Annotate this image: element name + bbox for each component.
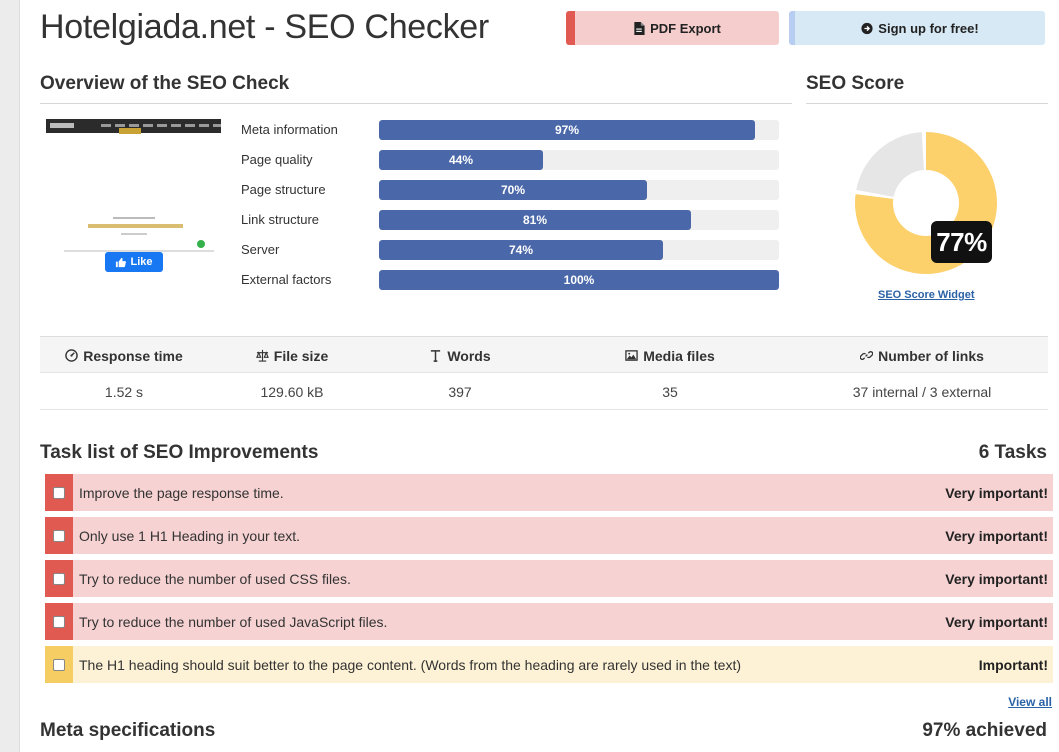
stat-value-file-size: 129.60 kB: [260, 383, 324, 400]
overview-title: Overview of the SEO Check: [40, 73, 290, 94]
view-all-link[interactable]: View all: [1008, 695, 1052, 709]
task-item[interactable]: The H1 heading should suit better to the…: [45, 646, 1053, 683]
metric-bar-value: 81%: [522, 213, 548, 227]
task-item[interactable]: Only use 1 H1 Heading in your text. Very …: [45, 517, 1053, 554]
task-priority-marker: [45, 517, 73, 554]
pdf-file-icon: [634, 21, 645, 35]
signup-label: Sign up for free!: [878, 20, 979, 36]
stat-value-words: 397: [448, 383, 472, 400]
stat-header-response-time: Response time: [40, 337, 208, 374]
task-priority: Important!: [978, 656, 1048, 673]
task-priority-marker: [45, 603, 73, 640]
stat-value-media-files: 35: [662, 383, 678, 400]
text-size-icon: [431, 350, 441, 362]
stat-header-media-files: Media files: [544, 337, 796, 374]
task-checkbox[interactable]: [53, 572, 65, 585]
stat-value-number-of-links: 37 internal / 3 external: [852, 383, 992, 400]
facebook-like-button[interactable]: Like: [105, 252, 163, 272]
stat-header-words: Words: [376, 337, 544, 374]
meta-specifications-title: Meta specifications: [40, 720, 216, 741]
thumbs-up-icon: [116, 257, 127, 267]
task-checkbox[interactable]: [53, 615, 65, 628]
task-text: The H1 heading should suit better to the…: [79, 656, 742, 673]
metric-bar-track: 97%: [379, 120, 779, 140]
task-checkbox[interactable]: [53, 529, 65, 542]
metric-label: External factors: [241, 272, 332, 287]
page-title: Hotelgiada.net - SEO Checker: [40, 8, 489, 46]
task-item[interactable]: Try to reduce the number of used CSS fil…: [45, 560, 1053, 597]
metric-bar-track: 70%: [379, 180, 779, 200]
task-priority: Very important!: [945, 613, 1048, 630]
task-text: Improve the page response time.: [79, 484, 284, 501]
task-text: Try to reduce the number of used CSS fil…: [79, 570, 351, 587]
stats-header-row: Response time File size Words Media file…: [40, 336, 1048, 373]
gauge-icon: [65, 349, 78, 362]
task-list-title: Task list of SEO Improvements: [40, 442, 319, 463]
seo-score-widget-link[interactable]: SEO Score Widget: [878, 289, 974, 301]
overview-divider: [40, 103, 792, 104]
image-icon: [625, 350, 638, 361]
scale-icon: [255, 349, 269, 362]
task-priority: Very important!: [945, 527, 1048, 544]
pdf-export-button[interactable]: PDF Export: [566, 11, 779, 45]
stat-value-response-time: 1.52 s: [104, 383, 144, 400]
stats-values-row: 1.52 s 129.60 kB 397 35 37 internal / 3 …: [40, 373, 1048, 410]
donut-remaining-segment: [856, 132, 925, 197]
task-item[interactable]: Improve the page response time. Very impo…: [45, 474, 1053, 511]
metric-bar-value: 97%: [554, 123, 580, 137]
task-priority: Very important!: [945, 484, 1048, 501]
metric-label: Server: [241, 242, 280, 257]
left-sidebar-rail: [0, 0, 20, 752]
stat-header-file-size: File size: [208, 337, 376, 374]
metric-label: Page quality: [241, 152, 313, 167]
whatsapp-icon: [197, 240, 205, 248]
task-priority-marker: [45, 560, 73, 597]
metric-label: Link structure: [241, 212, 320, 227]
thumbnail-cta: [119, 128, 141, 134]
stat-header-number-of-links: Number of links: [796, 337, 1048, 374]
pdf-export-label: PDF Export: [650, 20, 721, 36]
task-priority-marker: [45, 474, 73, 511]
task-item[interactable]: Try to reduce the number of used JavaScr…: [45, 603, 1053, 640]
metric-bar-value: 100%: [563, 273, 595, 287]
seo-score-divider: [806, 103, 1048, 104]
signup-button[interactable]: Sign up for free!: [789, 11, 1045, 45]
meta-achieved: 97% achieved: [922, 720, 1047, 741]
metric-label: Page structure: [241, 182, 326, 197]
metric-bar-value: 74%: [508, 243, 534, 257]
metric-bar-value: 70%: [500, 183, 526, 197]
arrow-circle-right-icon: [861, 22, 873, 34]
task-checkbox[interactable]: [53, 486, 65, 499]
metric-bar-value: 44%: [448, 153, 474, 167]
task-count: 6 Tasks: [978, 442, 1047, 463]
seo-score-value: 77%: [931, 221, 992, 263]
seo-score-title: SEO Score: [806, 73, 905, 94]
task-priority-marker: [45, 646, 73, 683]
like-label: Like: [130, 256, 153, 268]
metric-bar-track: 81%: [379, 210, 779, 230]
task-priority: Very important!: [945, 570, 1048, 587]
metric-bar-track: 44%: [379, 150, 779, 170]
task-text: Only use 1 H1 Heading in your text.: [79, 527, 301, 544]
task-checkbox[interactable]: [53, 658, 65, 671]
metric-bar-track: 74%: [379, 240, 779, 260]
metric-bar-track: 100%: [379, 270, 779, 290]
link-icon: [860, 351, 874, 360]
metric-label: Meta information: [241, 122, 338, 137]
task-text: Try to reduce the number of used JavaScr…: [79, 613, 388, 630]
